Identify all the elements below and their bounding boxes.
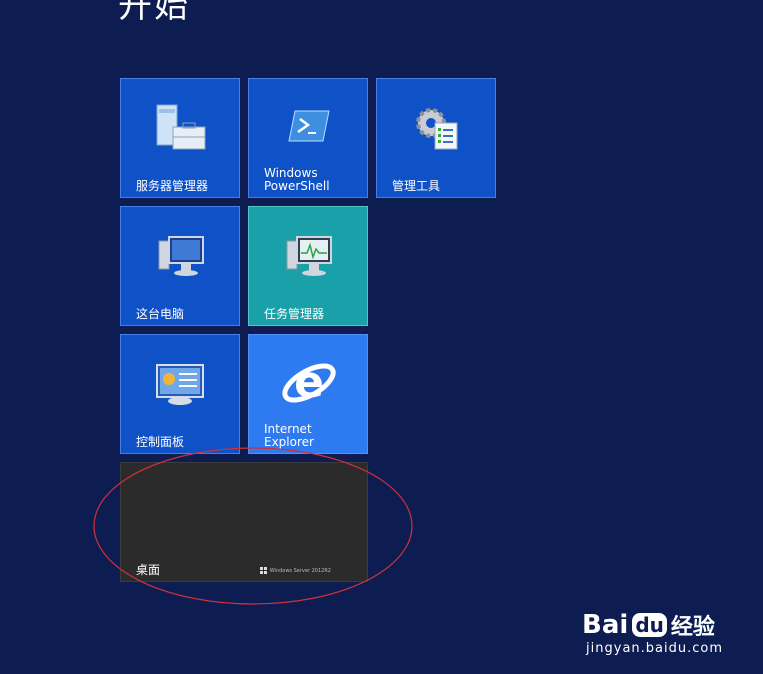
internet-explorer-icon: e bbox=[282, 357, 336, 408]
baidu-logo: Bai du 经验 bbox=[582, 609, 723, 641]
tile-label: 桌面 bbox=[136, 563, 161, 577]
baidu-jingyan-watermark: Bai du 经验 jingyan.baidu.com bbox=[582, 609, 723, 656]
windows-server-version-text: Windows Server 2012R2 bbox=[269, 567, 331, 574]
tile-internet-explorer[interactable]: e Internet Explorer bbox=[248, 334, 368, 454]
tile-label: 控制面板 bbox=[136, 435, 185, 449]
admin-tools-gear-icon bbox=[416, 108, 458, 150]
task-manager-icon bbox=[286, 236, 332, 276]
start-screen-title: 开始 bbox=[118, 0, 190, 26]
tile-server-manager[interactable]: 服务器管理器 bbox=[120, 78, 240, 198]
tile-task-manager[interactable]: 任务管理器 bbox=[248, 206, 368, 326]
powershell-icon bbox=[288, 110, 330, 142]
control-panel-icon bbox=[156, 364, 204, 405]
svg-text:e: e bbox=[294, 357, 324, 408]
tile-windows-powershell[interactable]: Windows PowerShell bbox=[248, 78, 368, 198]
tile-desktop[interactable]: 桌面 Windows Server 2012R2 bbox=[120, 462, 368, 582]
tile-this-pc[interactable]: 这台电脑 bbox=[120, 206, 240, 326]
baidu-paw-icon: du bbox=[632, 613, 667, 637]
tile-label: Windows PowerShell bbox=[264, 166, 330, 193]
tile-label: 这台电脑 bbox=[136, 307, 185, 321]
windows-server-watermark: Windows Server 2012R2 bbox=[259, 567, 331, 574]
baidu-jingyan-text: 经验 bbox=[670, 615, 715, 640]
computer-icon bbox=[158, 236, 204, 276]
tile-label: 管理工具 bbox=[392, 179, 441, 193]
tile-label: 任务管理器 bbox=[264, 307, 325, 321]
baidu-jingyan-url: jingyan.baidu.com bbox=[586, 641, 723, 656]
tile-control-panel[interactable]: 控制面板 bbox=[120, 334, 240, 454]
tile-label: Internet Explorer bbox=[264, 422, 314, 449]
server-manager-icon bbox=[156, 104, 206, 150]
tile-admin-tools[interactable]: 管理工具 bbox=[376, 78, 496, 198]
baidu-brand-text-a: Bai bbox=[582, 610, 629, 640]
tile-label: 服务器管理器 bbox=[136, 179, 209, 193]
windows-logo-icon bbox=[259, 567, 267, 574]
